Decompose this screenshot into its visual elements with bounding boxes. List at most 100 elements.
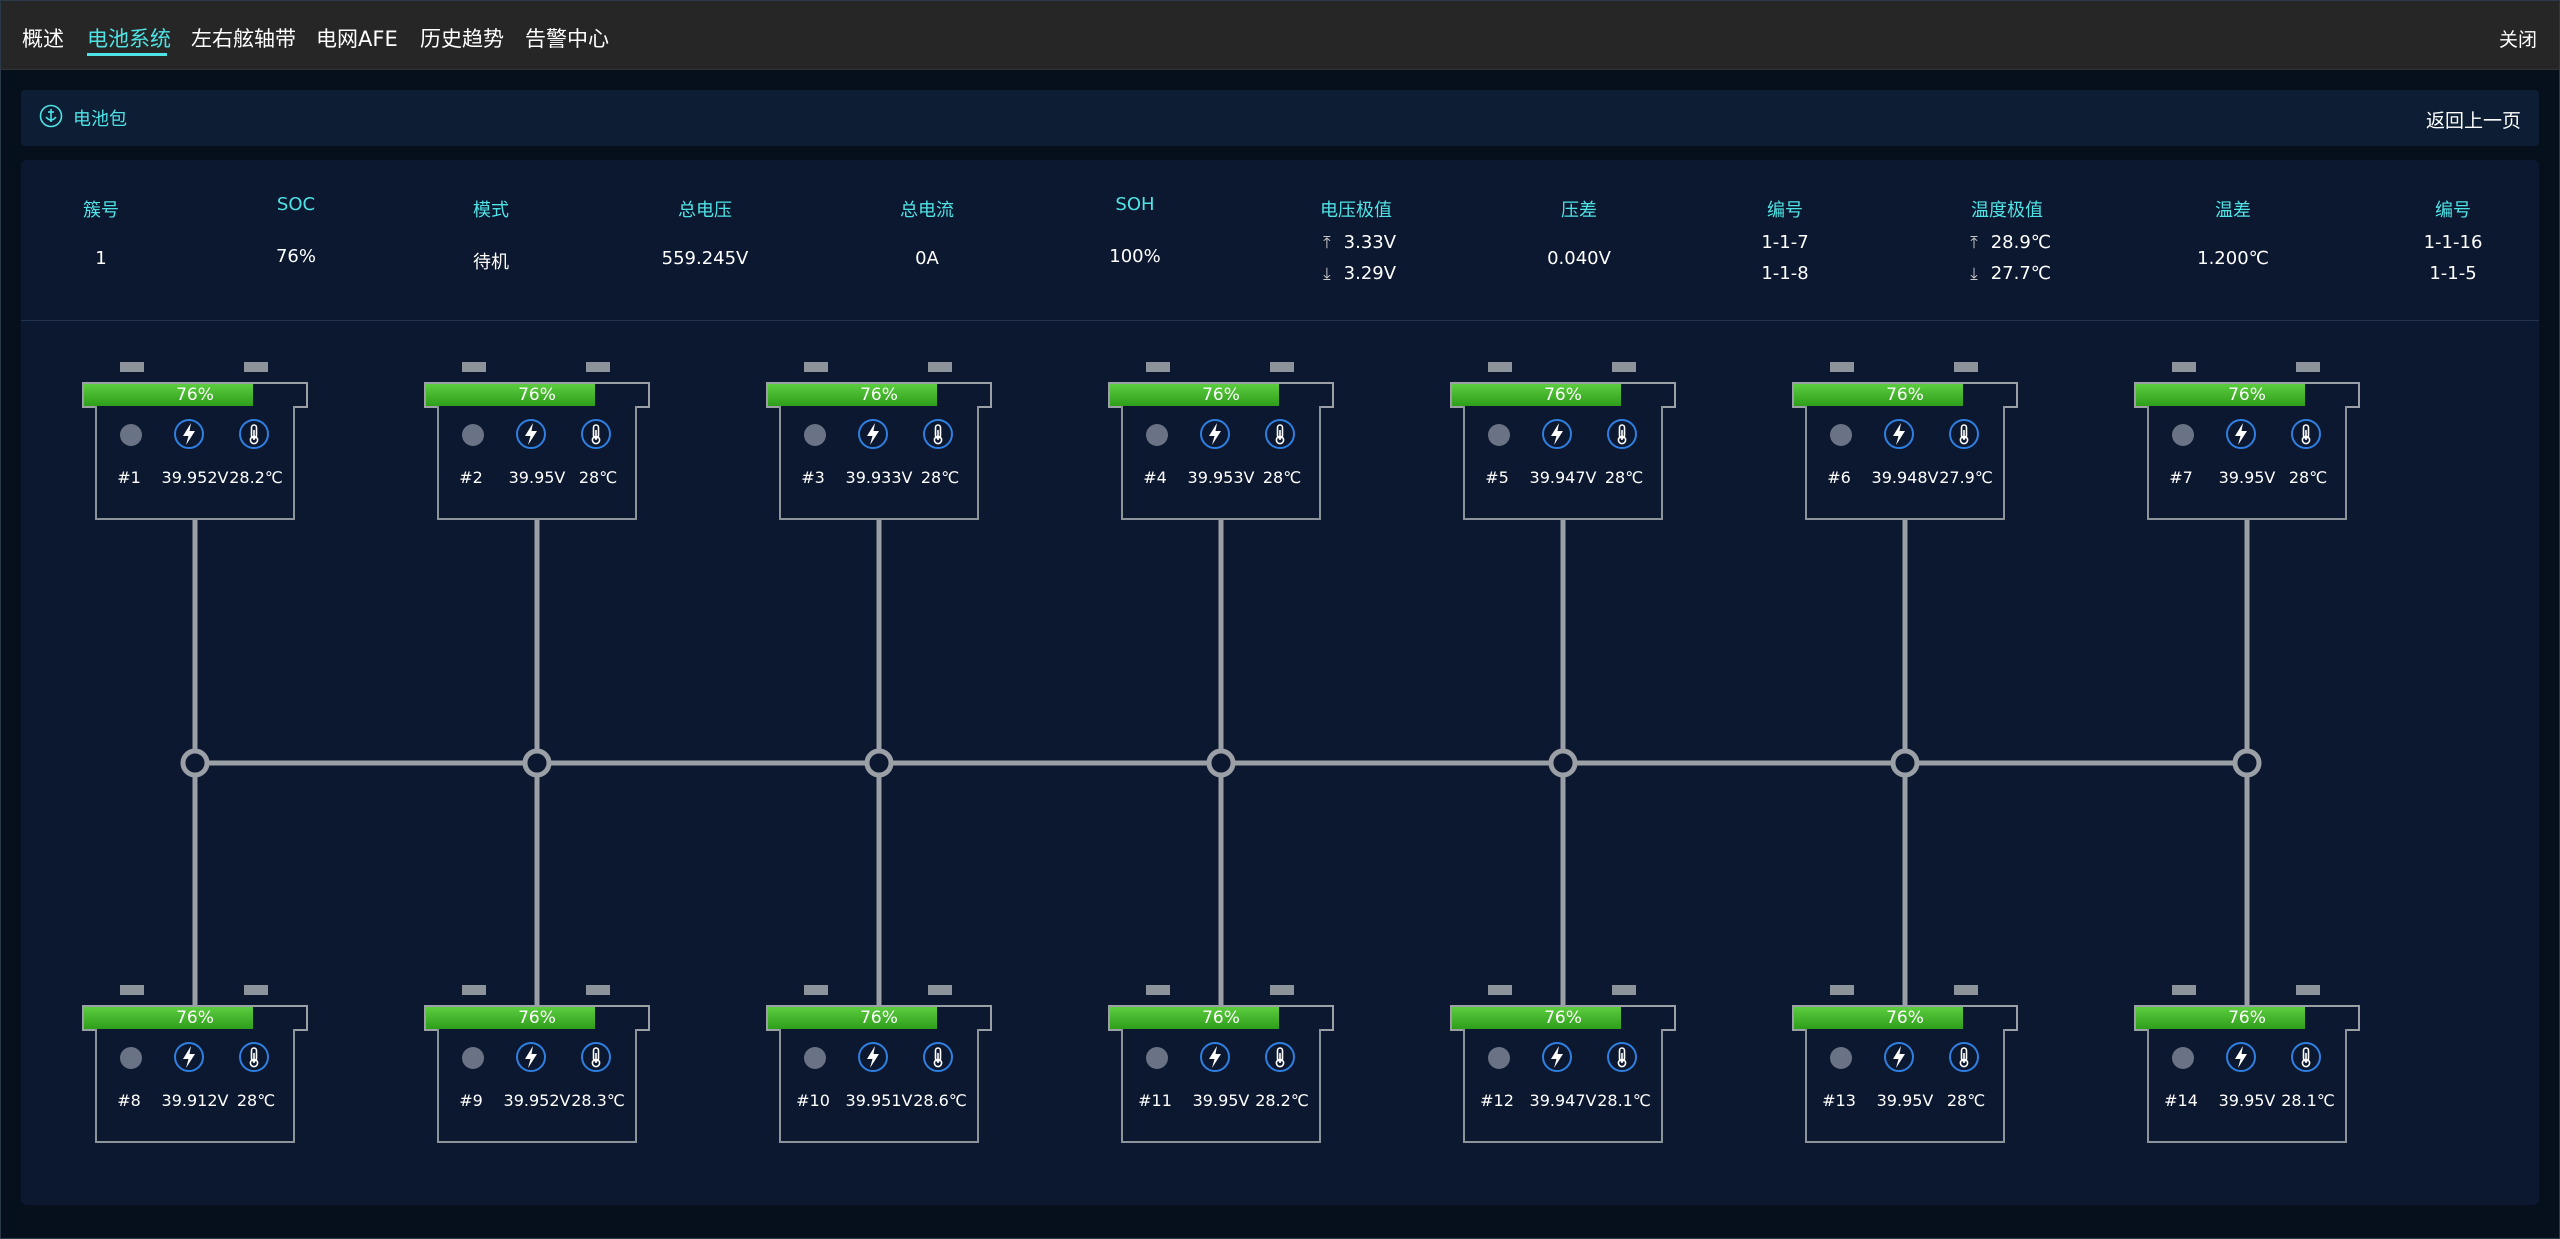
battery-id: #3 <box>801 468 825 487</box>
lightning-icon <box>1883 1041 1915 1073</box>
battery-module[interactable]: 76% #13 39.95V 28℃ <box>1792 985 2018 1145</box>
battery-terminal <box>1954 362 1978 372</box>
status-dot-icon <box>1488 1047 1510 1069</box>
battery-body: #3 39.933V 28℃ <box>779 406 979 520</box>
battery-module[interactable]: 76% #3 39.933V 28℃ <box>766 362 992 522</box>
soc-bar: 76% <box>2134 382 2360 408</box>
soc-text: 76% <box>1544 1008 1582 1028</box>
soc-bar: 76% <box>1792 1005 2018 1031</box>
tab-shaft-belt[interactable]: 左右舷轴带 <box>191 23 296 53</box>
soc-bar: 76% <box>766 382 992 408</box>
bus-node <box>1206 748 1236 778</box>
battery-module[interactable]: 76% #4 39.953V 28℃ <box>1108 362 1334 522</box>
thermometer-icon <box>1264 1041 1296 1073</box>
soc-bar: 76% <box>1792 382 2018 408</box>
battery-id: #8 <box>117 1091 141 1110</box>
battery-terminal <box>804 985 828 995</box>
thermometer-icon <box>922 418 954 450</box>
battery-temp: 28℃ <box>236 1091 276 1110</box>
battery-body: #11 39.95V 28.2℃ <box>1121 1029 1321 1143</box>
lightning-icon <box>515 1041 547 1073</box>
status-dot-icon <box>1488 424 1510 446</box>
lightning-icon <box>1541 1041 1573 1073</box>
tab-history-trend[interactable]: 历史趋势 <box>420 23 504 53</box>
bus-node <box>864 748 894 778</box>
soc-bar: 76% <box>1108 1005 1334 1031</box>
battery-module[interactable]: 76% #12 39.947V 28.1℃ <box>1450 985 1676 1145</box>
battery-body: #14 39.95V 28.1℃ <box>2147 1029 2347 1143</box>
battery-terminal <box>1954 985 1978 995</box>
battery-terminal <box>1488 985 1512 995</box>
battery-id: #1 <box>117 468 141 487</box>
soc-text: 76% <box>176 1008 214 1028</box>
close-button[interactable]: 关闭 <box>2499 25 2537 52</box>
battery-module[interactable]: 76% #9 39.952V 28.3℃ <box>424 985 650 1145</box>
battery-module[interactable]: 76% #7 39.95V 28℃ <box>2134 362 2360 522</box>
battery-module[interactable]: 76% #10 39.951V 28.6℃ <box>766 985 992 1145</box>
anchor-icon <box>39 104 63 128</box>
bus-node <box>2232 748 2262 778</box>
thermometer-icon <box>580 1041 612 1073</box>
bus-node <box>1548 748 1578 778</box>
battery-terminal <box>244 985 268 995</box>
thermometer-icon <box>1948 418 1980 450</box>
soc-bar: 76% <box>82 1005 308 1031</box>
thermometer-icon <box>1606 1041 1638 1073</box>
battery-terminal <box>1270 362 1294 372</box>
status-dot-icon <box>2172 1047 2194 1069</box>
bus-node <box>522 748 552 778</box>
battery-body: #2 39.95V 28℃ <box>437 406 637 520</box>
bus-node <box>1890 748 1920 778</box>
tab-battery-system[interactable]: 电池系统 <box>87 23 171 53</box>
battery-module[interactable]: 76% #1 39.952V 28.2℃ <box>82 362 308 522</box>
battery-id: #2 <box>459 468 483 487</box>
battery-module[interactable]: 76% #5 39.947V 28℃ <box>1450 362 1676 522</box>
soc-text: 76% <box>518 1008 556 1028</box>
section-title: 电池包 <box>73 109 127 130</box>
status-dot-icon <box>804 1047 826 1069</box>
tab-alarm-center[interactable]: 告警中心 <box>525 23 609 53</box>
battery-id: #4 <box>1143 468 1167 487</box>
soc-bar: 76% <box>1450 382 1676 408</box>
soc-text: 76% <box>860 1008 898 1028</box>
soc-text: 76% <box>518 385 556 405</box>
battery-temp: 28.1℃ <box>1597 1091 1651 1110</box>
battery-module[interactable]: 76% #6 39.948V 27.9℃ <box>1792 362 2018 522</box>
lightning-icon <box>2225 1041 2257 1073</box>
battery-temp: 28℃ <box>578 468 618 487</box>
tab-grid-afe[interactable]: 电网AFE <box>316 23 398 53</box>
soc-text: 76% <box>1202 385 1240 405</box>
soc-bar: 76% <box>1108 382 1334 408</box>
soc-bar: 76% <box>82 382 308 408</box>
soc-bar: 76% <box>424 382 650 408</box>
battery-module[interactable]: 76% #2 39.95V 28℃ <box>424 362 650 522</box>
thermometer-icon <box>238 1041 270 1073</box>
battery-temp: 28.2℃ <box>1255 1091 1309 1110</box>
battery-body: #12 39.947V 28.1℃ <box>1463 1029 1663 1143</box>
battery-terminal <box>120 985 144 995</box>
battery-terminal <box>2296 362 2320 372</box>
battery-id: #11 <box>1138 1091 1172 1110</box>
battery-module[interactable]: 76% #11 39.95V 28.2℃ <box>1108 985 1334 1145</box>
battery-terminal <box>1146 985 1170 995</box>
lightning-icon <box>1199 418 1231 450</box>
battery-terminal <box>244 362 268 372</box>
thermometer-icon <box>2290 1041 2322 1073</box>
status-dot-icon <box>1830 1047 1852 1069</box>
soc-text: 76% <box>1886 1008 1924 1028</box>
back-button[interactable]: 返回上一页 <box>2426 106 2521 133</box>
battery-temp: 28℃ <box>1946 1091 1986 1110</box>
battery-id: #14 <box>2164 1091 2198 1110</box>
battery-temp: 28℃ <box>2288 468 2328 487</box>
battery-id: #5 <box>1485 468 1509 487</box>
top-nav-bar: 概述 电池系统 左右舷轴带 电网AFE 历史趋势 告警中心 关闭 <box>1 1 2559 70</box>
lightning-icon <box>857 418 889 450</box>
soc-text: 76% <box>1886 385 1924 405</box>
battery-terminal <box>462 362 486 372</box>
battery-module[interactable]: 76% #14 39.95V 28.1℃ <box>2134 985 2360 1145</box>
soc-text: 76% <box>1544 385 1582 405</box>
battery-terminal <box>1612 985 1636 995</box>
tab-overview[interactable]: 概述 <box>22 23 64 53</box>
soc-text: 76% <box>2228 1008 2266 1028</box>
battery-module[interactable]: 76% #8 39.912V 28℃ <box>82 985 308 1145</box>
